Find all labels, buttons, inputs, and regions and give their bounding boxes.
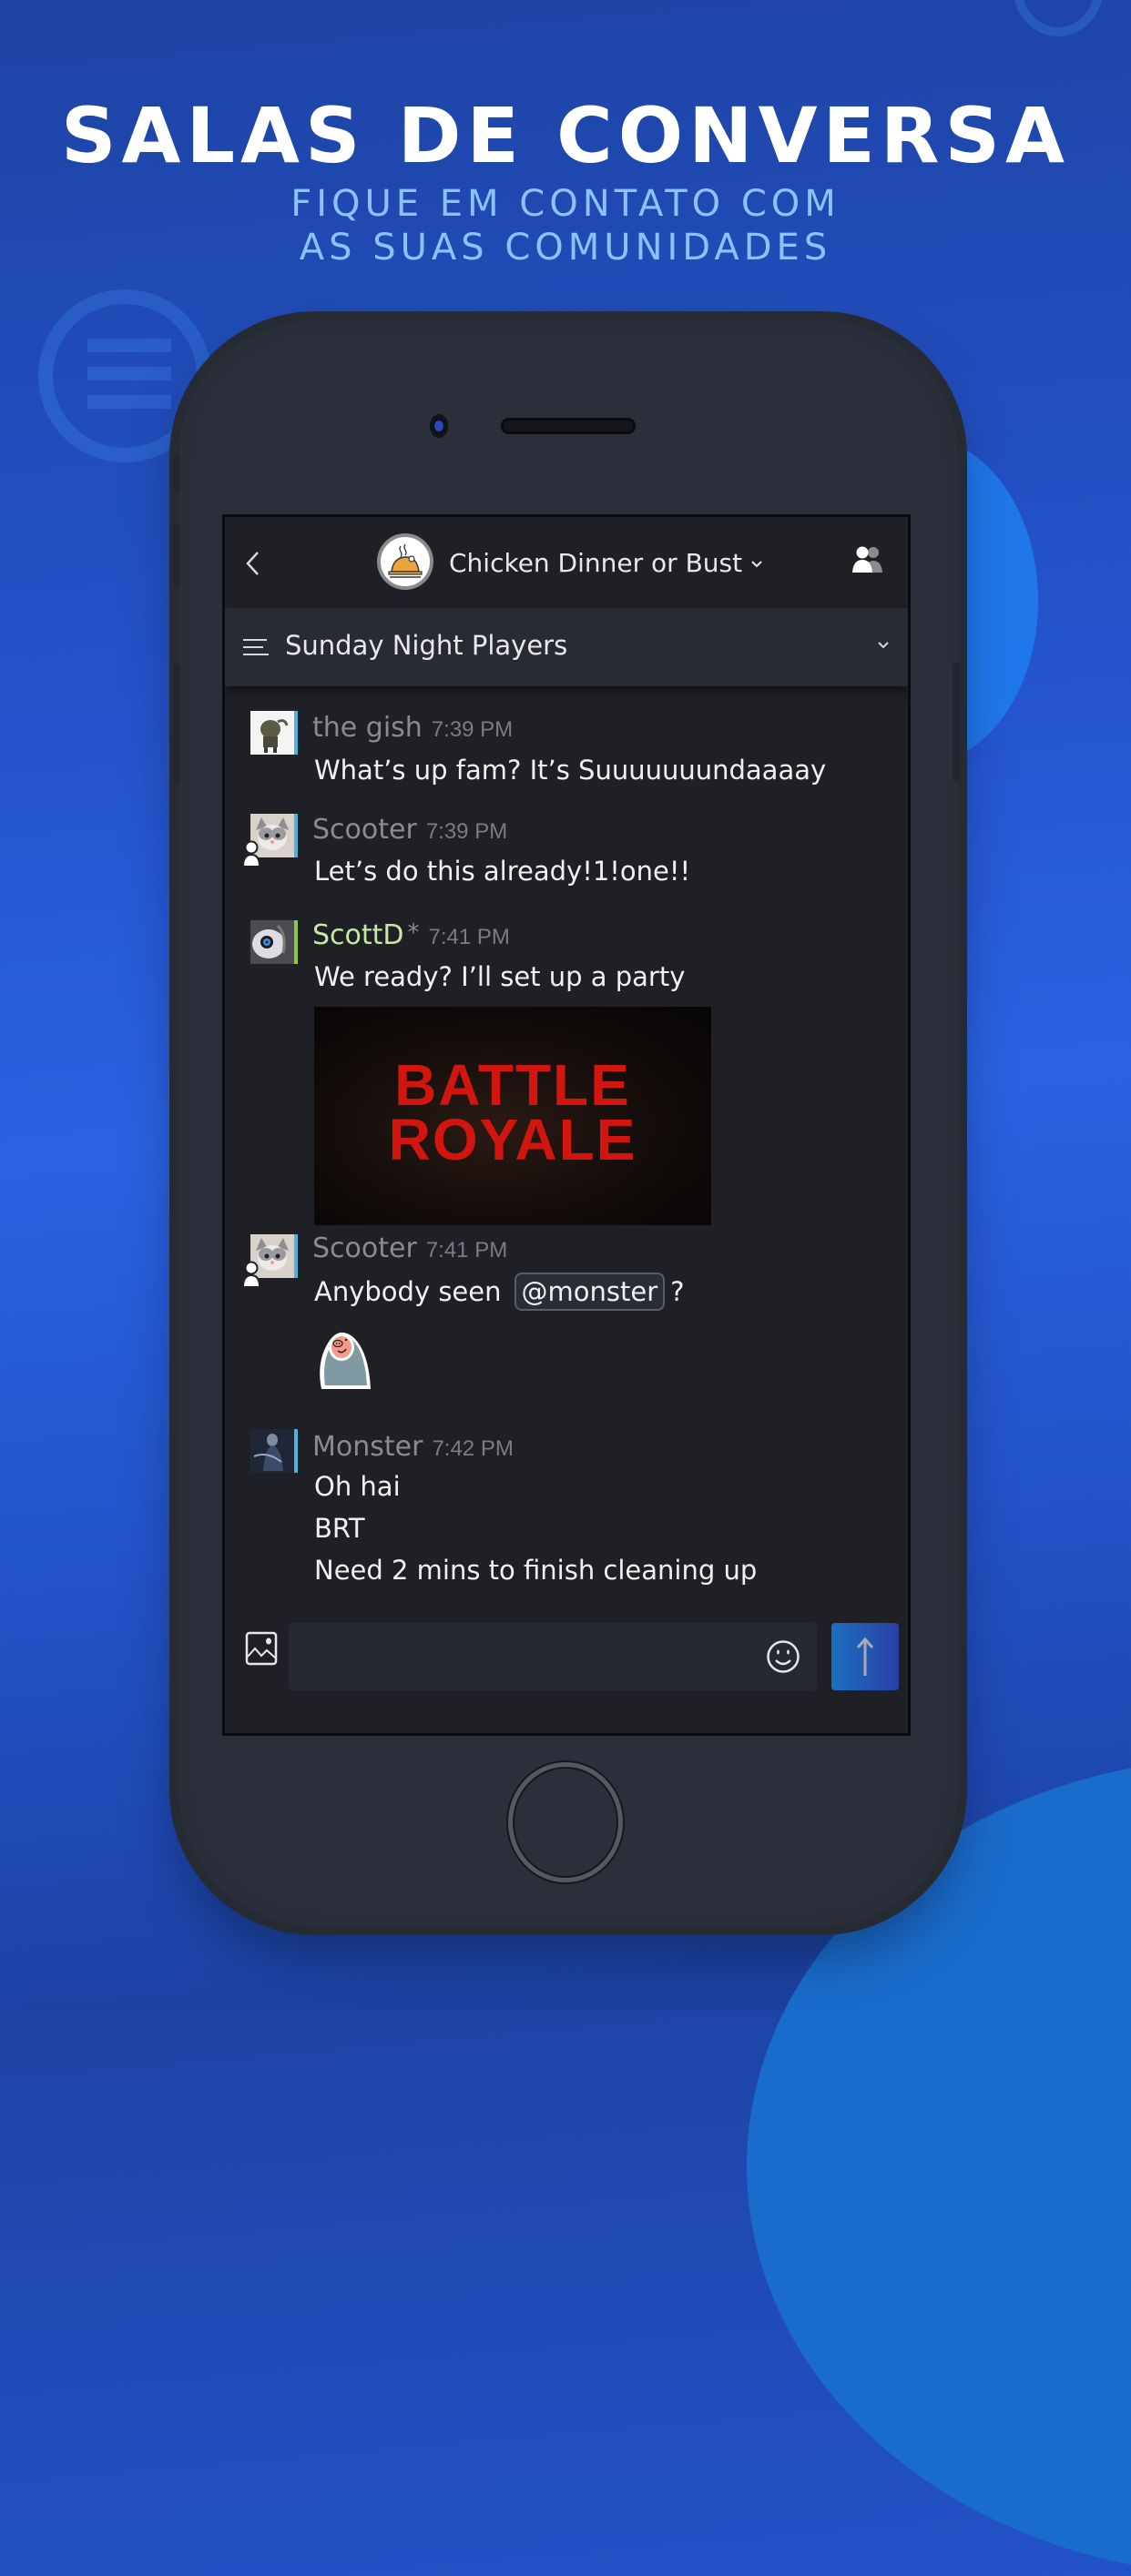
online-status-stripe <box>294 1234 298 1278</box>
avatar-image <box>250 920 294 964</box>
earpiece-speaker <box>501 418 636 434</box>
mobile-user-icon <box>241 840 261 867</box>
message-time: 7:41 PM <box>425 1238 508 1263</box>
group-name-dropdown[interactable]: Chicken Dinner or Bust <box>449 548 762 578</box>
friends-icon[interactable] <box>850 544 886 575</box>
message-time: 7:42 PM <box>432 1436 514 1461</box>
message-composer <box>225 1601 908 1733</box>
front-camera <box>430 414 448 438</box>
message-time: 7:41 PM <box>428 925 510 949</box>
channel-list-icon <box>243 639 269 655</box>
message-text: Need 2 mins to finish cleaning up <box>314 1555 758 1586</box>
message-sender[interactable]: Scooter 7:39 PM <box>312 814 507 846</box>
online-status-stripe <box>294 1429 298 1473</box>
shared-image[interactable]: BATTLE ROYALE <box>314 1007 711 1225</box>
sender-name: Scooter <box>312 814 417 846</box>
message-sender[interactable]: the gish 7:39 PM <box>312 712 513 744</box>
message-text: We ready? I’ll set up a party <box>314 961 686 992</box>
online-status-stripe <box>294 711 298 755</box>
avatar[interactable] <box>250 711 298 755</box>
message-text: Anybody seen @monster? <box>314 1273 685 1311</box>
image-title-line-1: BATTLE <box>394 1052 631 1118</box>
chat-screen: Chicken Dinner or Bust Sunday Night Play… <box>222 514 911 1736</box>
chevron-down-icon <box>878 642 889 649</box>
mobile-user-icon <box>241 1261 261 1288</box>
message-sender[interactable]: ScottD * 7:41 PM <box>312 919 510 951</box>
sender-name: Monster <box>312 1431 423 1463</box>
promo-subline-2: AS SUAS COMUNIDADES <box>299 227 832 269</box>
message-text: Oh hai <box>314 1471 401 1502</box>
group-name: Chicken Dinner or Bust <box>449 548 743 578</box>
chevron-down-icon <box>751 561 762 568</box>
nickname-marker: * <box>407 919 420 947</box>
channel-selector[interactable]: Sunday Night Players <box>225 608 908 686</box>
online-status-stripe <box>294 814 298 857</box>
chat-header: Chicken Dinner or Bust <box>225 517 908 608</box>
promo-subline-1: FIQUE EM CONTATO COM <box>290 183 841 225</box>
avatar[interactable] <box>250 920 298 964</box>
promo-subline: FIQUE EM CONTATO COM AS SUAS COMUNIDADES <box>0 182 1131 269</box>
message-time: 7:39 PM <box>425 819 508 844</box>
message-time: 7:39 PM <box>431 717 514 742</box>
message-text: BRT <box>314 1513 365 1544</box>
phone-power-button <box>953 663 960 781</box>
sender-name: Scooter <box>312 1232 417 1264</box>
chat-bubble-decoration-icon <box>1013 0 1104 36</box>
channel-name: Sunday Night Players <box>285 630 568 661</box>
avatar[interactable] <box>250 1429 298 1473</box>
phone-volume-up <box>173 523 180 587</box>
message-text-before: Anybody seen <box>314 1276 502 1307</box>
emoji-smiley-icon[interactable] <box>766 1639 800 1674</box>
avatar-image <box>260 719 289 753</box>
message-sender[interactable]: Scooter 7:41 PM <box>312 1232 507 1264</box>
chevron-left-icon[interactable] <box>243 550 263 577</box>
send-button[interactable] <box>831 1623 899 1690</box>
message-text: What’s up fam? It’s Suuuuuuundaaaay <box>314 755 827 786</box>
promo-headline: SALAS DE CONVERSA <box>60 91 1071 180</box>
message-input[interactable] <box>289 1623 817 1690</box>
image-title-line-2: ROYALE <box>388 1107 637 1172</box>
sender-name: the gish <box>312 712 423 744</box>
image-upload-icon[interactable] <box>245 1631 278 1666</box>
message-text: Let’s do this already!1!one!! <box>314 856 691 887</box>
phone-volume-down <box>173 664 180 783</box>
home-button[interactable] <box>508 1762 623 1882</box>
message-list: the gish 7:39 PM What’s up fam? It’s Suuu… <box>225 686 908 1601</box>
user-mention[interactable]: @monster <box>514 1273 666 1311</box>
group-avatar[interactable] <box>377 533 433 590</box>
pig-in-blanket-sticker[interactable] <box>312 1323 380 1394</box>
roast-chicken-icon <box>388 543 423 578</box>
message-sender[interactable]: Monster 7:42 PM <box>312 1431 514 1463</box>
avatar-image <box>250 1429 294 1473</box>
phone-mute-switch <box>173 455 180 492</box>
in-game-status-stripe <box>294 920 298 964</box>
arrow-up-icon <box>856 1637 874 1676</box>
sender-name: ScottD <box>312 919 404 951</box>
message-text-after: ? <box>670 1276 685 1307</box>
